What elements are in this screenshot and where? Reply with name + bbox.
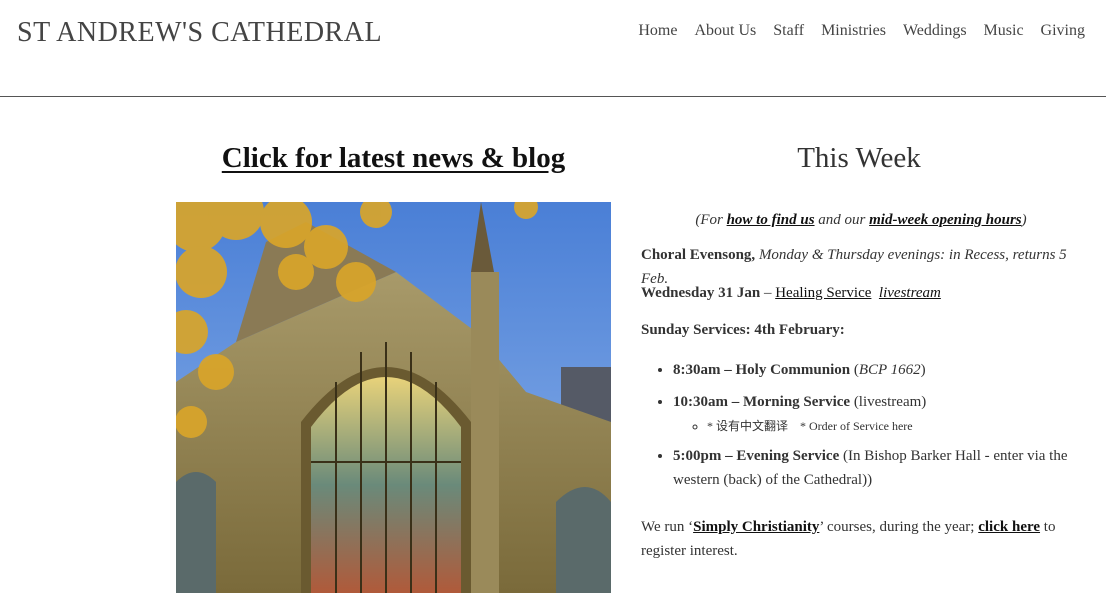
opening-hours-link[interactable]: mid-week opening hours [869, 212, 1022, 228]
find-us-line: (For how to find us and our mid-week ope… [695, 212, 1027, 228]
site-title[interactable]: ST ANDREW'S CATHEDRAL [17, 17, 382, 49]
healing-service-link[interactable]: Healing Service [775, 285, 871, 301]
site-header: ST ANDREW'S CATHEDRAL Home About Us Staf… [0, 0, 1106, 97]
simply-christianity-link[interactable]: Simply Christianity [693, 519, 819, 535]
sunday-services-list: 8:30am – Holy Communion (BCP 1662) 10:30… [641, 358, 1093, 500]
main-nav: Home About Us Staff Ministries Weddings … [638, 22, 1085, 40]
nav-home[interactable]: Home [638, 22, 677, 40]
this-week-title: This Week [797, 142, 921, 174]
nav-about-us[interactable]: About Us [694, 22, 756, 40]
list-item: 5:00pm – Evening Service (In Bishop Bark… [673, 444, 1093, 492]
nav-giving[interactable]: Giving [1041, 22, 1085, 40]
news-column: Click for latest news & blog [176, 142, 611, 593]
register-click-here-link[interactable]: click here [978, 519, 1040, 535]
sunday-heading: Sunday Services: 4th February: [641, 322, 845, 338]
news-blog-link[interactable]: Click for latest news & blog [176, 142, 611, 175]
nav-music[interactable]: Music [984, 22, 1024, 40]
list-item: 10:30am – Morning Service (livestream) *… [673, 390, 1093, 436]
cathedral-photo [176, 202, 611, 593]
find-us-link[interactable]: how to find us [727, 212, 815, 228]
chinese-translation-note: * 设有中文翻译 [707, 419, 789, 433]
list-item: 8:30am – Holy Communion (BCP 1662) [673, 358, 1093, 382]
morning-service-sublist: * 设有中文翻译 * Order of Service here [673, 416, 1093, 436]
nav-weddings[interactable]: Weddings [903, 22, 967, 40]
this-week-column: This Week (For how to find us and our mi… [641, 142, 1081, 559]
list-item: * 设有中文翻译 * Order of Service here [707, 416, 1093, 436]
simply-christianity-line: We run ‘Simply Christianity’ courses, du… [641, 519, 1056, 559]
nav-ministries[interactable]: Ministries [821, 22, 886, 40]
livestream-link[interactable]: livestream [879, 285, 941, 301]
order-of-service-link[interactable]: * Order of Service here [800, 419, 913, 433]
wednesday-line: Wednesday 31 Jan – Healing Service lives… [641, 285, 941, 301]
nav-staff[interactable]: Staff [773, 22, 804, 40]
